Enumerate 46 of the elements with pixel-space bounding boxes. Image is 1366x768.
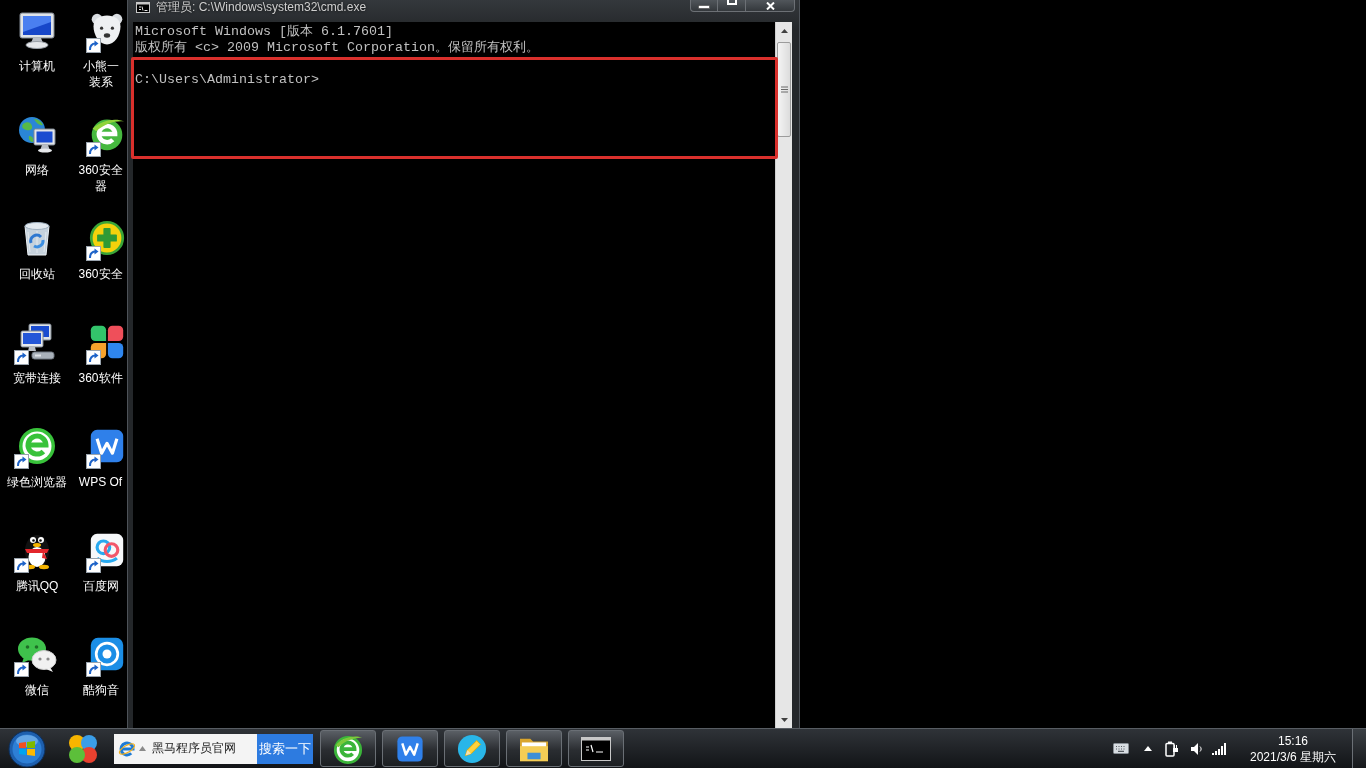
- maximize-icon: [726, 0, 737, 5]
- battery-plug-icon[interactable]: [1165, 740, 1179, 757]
- console-line: 版权所有 <c> 2009 Microsoft Corporation。保留所有权利。: [135, 40, 539, 56]
- console-line: Microsoft Windows [版本 6.1.7601]: [135, 24, 393, 40]
- start-button[interactable]: [6, 729, 48, 768]
- caret-up-icon: [780, 28, 788, 33]
- search-button[interactable]: 搜索一下: [257, 733, 313, 764]
- windows-logo-icon: [8, 729, 46, 768]
- speaker-icon[interactable]: [1190, 741, 1203, 756]
- console-icon: [136, 2, 150, 13]
- e-logo-icon: [17, 426, 57, 466]
- rings-logo-icon: [89, 532, 125, 568]
- ring-logo-icon: [89, 636, 125, 672]
- taskbar-button[interactable]: [444, 730, 500, 767]
- e-logo-icon[interactable]: [118, 739, 136, 758]
- clock-date[interactable]: 2021/3/6 星期六: [1249, 748, 1336, 765]
- keyboard-icon[interactable]: [1113, 743, 1129, 754]
- taskbar-button[interactable]: [320, 730, 376, 767]
- w-logo-icon: [89, 428, 125, 464]
- e-logo-icon: [333, 733, 363, 764]
- show-desktop-button[interactable]: [1352, 729, 1366, 768]
- w-logo-icon: [396, 734, 424, 763]
- pencil-icon: [457, 733, 487, 764]
- taskbar-button[interactable]: [382, 730, 438, 767]
- scrollbar[interactable]: [775, 22, 792, 728]
- caret-down-icon: [780, 717, 788, 722]
- clock-time[interactable]: 15:16: [1278, 732, 1308, 749]
- flower-icon: [89, 324, 125, 360]
- close-icon: [765, 1, 775, 10]
- window-title: 管理员: C:\Windows\system32\cmd.exe: [156, 0, 367, 15]
- console-line: C:\Users\Administrator>: [135, 72, 319, 88]
- search-box[interactable]: 黑马程序员官网: [114, 733, 257, 764]
- search-field[interactable]: 黑马程序员官网: [152, 737, 256, 760]
- close-button[interactable]: [746, 0, 795, 12]
- grip-icon: [780, 86, 788, 93]
- caret-icon[interactable]: [139, 746, 146, 751]
- taskbar-button[interactable]: [568, 730, 624, 767]
- signal-bars-icon[interactable]: [1212, 742, 1227, 755]
- pinwheel-icon: [67, 732, 99, 765]
- maximize-button[interactable]: [718, 0, 746, 12]
- caret-up-icon[interactable]: [1144, 746, 1152, 751]
- console-icon: [581, 736, 611, 761]
- minimize-icon: [698, 5, 710, 9]
- minimize-button[interactable]: [690, 0, 718, 12]
- taskbar-button[interactable]: [506, 730, 562, 767]
- computers-modem-icon: [17, 322, 57, 362]
